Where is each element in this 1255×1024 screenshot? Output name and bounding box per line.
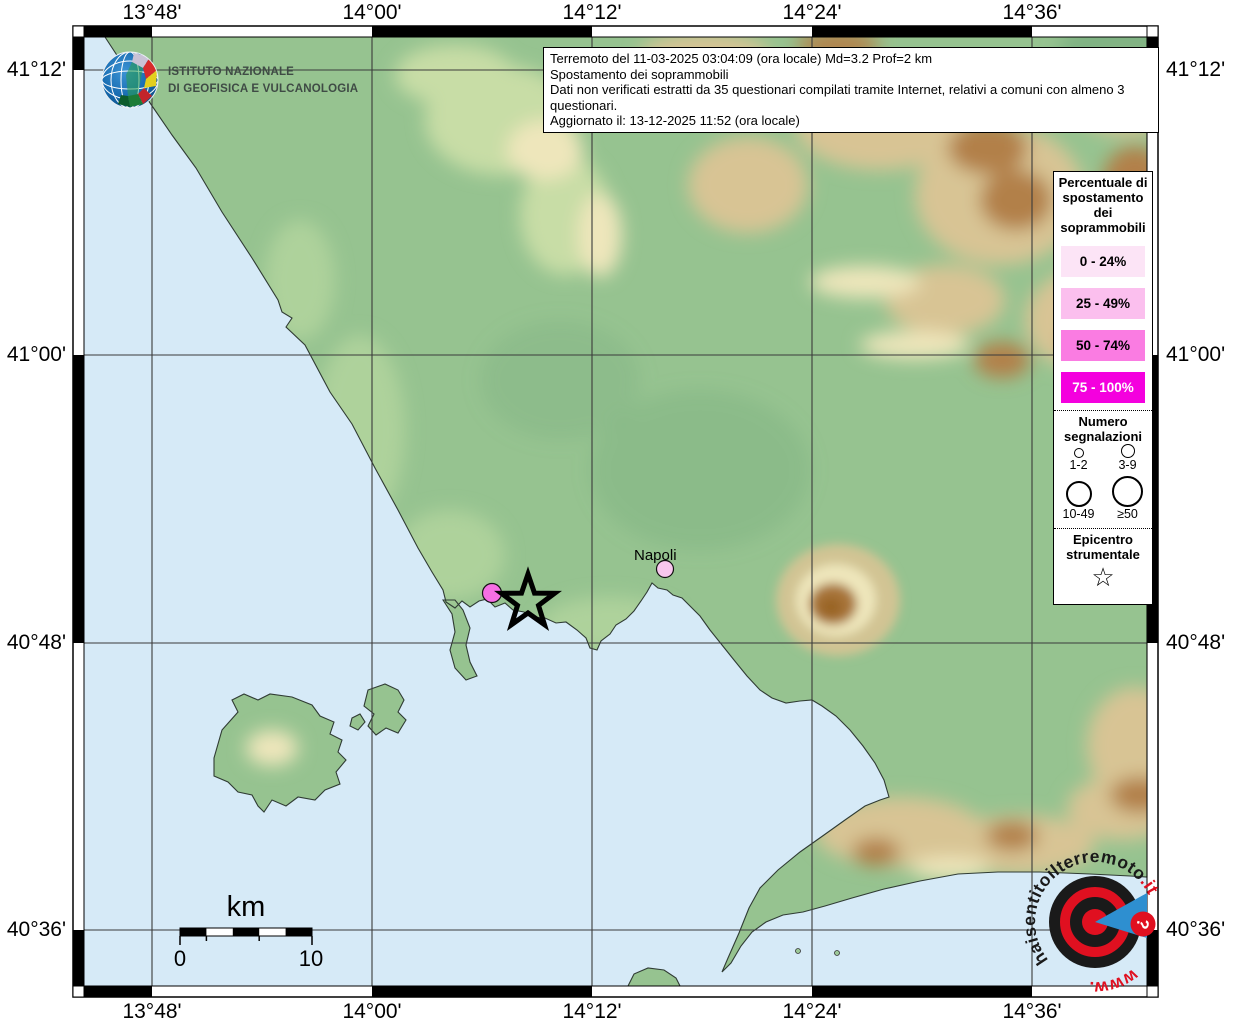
legend-class-75-100: 75 - 100%: [1061, 372, 1145, 403]
legend-epicenter-title: Epicentro strumentale: [1066, 532, 1140, 562]
axis-label-left: 41°00': [6, 343, 66, 366]
axis-label-top: 13°48': [122, 1, 182, 24]
islet: [795, 948, 801, 954]
axis-label-bottom: 14°00': [342, 1000, 402, 1023]
legend-class-0-24: 0 - 24%: [1061, 246, 1145, 277]
legend-percent-title: Percentuale di spostamento dei soprammob…: [1058, 175, 1148, 235]
event-data-note: Dati non verificati estratti da 35 quest…: [550, 82, 1125, 113]
epicenter-star-icon: ☆: [1091, 562, 1115, 592]
event-updated: Aggiornato il: 13-12-2025 11:52 (ora loc…: [550, 113, 800, 128]
axis-label-top: 14°12': [562, 1, 622, 24]
islet: [834, 950, 840, 956]
legend: Percentuale di spostamento dei soprammob…: [1053, 171, 1153, 605]
event-effect: Spostamento dei soprammobili: [550, 66, 729, 82]
axis-label-right: 41°00': [1166, 343, 1226, 366]
scale-unit: km: [227, 891, 266, 923]
ingv-logo-line2: DI GEOFISICA E VULCANOLOGIA: [168, 83, 358, 95]
report-circle-small: [1073, 448, 1084, 458]
axis-label-top: 14°24': [782, 1, 842, 24]
axis-label-bottom: 14°12': [562, 1000, 622, 1023]
event-info-box: Terremoto del 11-03-2025 03:04:09 (ora l…: [543, 47, 1159, 133]
report-circle-label: ≥50: [1117, 507, 1138, 521]
ingv-logo-line1: ISTITUTO NAZIONALE: [168, 66, 294, 78]
axis-label-right: 40°36': [1166, 918, 1226, 941]
axis-label-top: 14°00': [342, 1, 402, 24]
legend-class-25-49: 25 - 49%: [1061, 288, 1145, 319]
axis-label-top: 14°36': [1002, 1, 1062, 24]
legend-reports-title: Numero segnalazioni: [1063, 414, 1143, 444]
report-circle-label: 1-2: [1069, 458, 1088, 472]
scale-end: 10: [299, 946, 323, 971]
axis-label-right: 40°48': [1166, 631, 1226, 654]
legend-class-50-74: 50 - 74%: [1061, 330, 1145, 361]
axis-label-bottom: 14°24': [782, 1000, 842, 1023]
report-circle-xlarge: [1112, 476, 1143, 507]
scale-start: 0: [174, 946, 186, 971]
axis-label-left: 40°48': [6, 631, 66, 654]
report-circle-label: 10-49: [1062, 507, 1095, 521]
report-circle-large: [1065, 481, 1092, 507]
report-circle-medium: [1120, 444, 1135, 458]
legend-report-circles: 1-2 3-9 10-49 ≥50: [1054, 444, 1152, 521]
vesuvius-relief: [776, 544, 900, 656]
event-title: Terremoto del 11-03-2025 03:04:09 (ora l…: [550, 51, 933, 66]
axis-label-bottom: 14°36': [1002, 1000, 1062, 1023]
axis-label-bottom: 13°48': [122, 1000, 182, 1023]
city-label-napoli: Napoli: [634, 547, 677, 564]
axis-label-left: 40°36': [6, 918, 66, 941]
axis-label-left: 41°12': [6, 58, 66, 81]
axis-label-right: 41°12': [1166, 58, 1226, 81]
report-circle-label: 3-9: [1118, 458, 1137, 472]
